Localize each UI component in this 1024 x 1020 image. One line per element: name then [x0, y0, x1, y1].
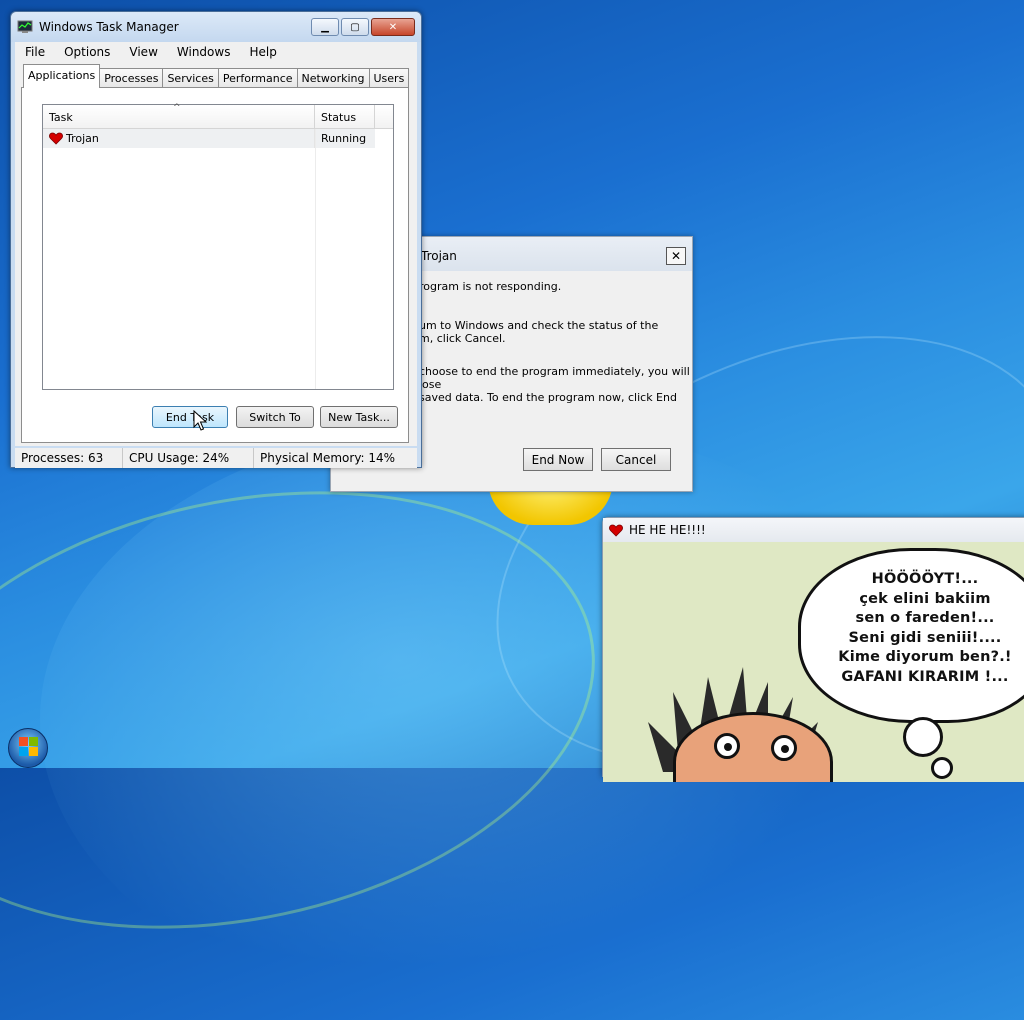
heart-icon [609, 524, 623, 537]
list-header: ^ Task Status [43, 103, 393, 129]
task-manager-body: Applications Processes Services Performa… [15, 62, 417, 446]
task-manager-titlebar[interactable]: Windows Task Manager ▁ ▢ ✕ [11, 12, 421, 42]
column-divider [315, 129, 316, 389]
end-task-button[interactable]: End Task [152, 406, 228, 428]
speech-bubble-tail [931, 757, 953, 779]
minimize-icon: ▁ [321, 21, 329, 33]
task-manager-icon [17, 20, 33, 33]
hehe-window: HE HE HE!!!! HÖÖÖÖYT!... çek elini bakii… [602, 517, 1024, 782]
sort-ascending-icon: ^ [173, 103, 181, 113]
close-button[interactable]: ✕ [371, 18, 415, 36]
menu-file[interactable]: File [15, 45, 54, 59]
cartoon-eye [714, 733, 740, 759]
tab-users[interactable]: Users [368, 68, 410, 88]
cpu-usage: CPU Usage: 24% [123, 448, 254, 468]
task-cell: Trojan [43, 129, 315, 148]
dialog-message: rogram is not responding. [419, 280, 562, 293]
hehe-titlebar[interactable]: HE HE HE!!!! [603, 518, 1024, 542]
task-manager-window: Windows Task Manager ▁ ▢ ✕ File Options … [10, 11, 422, 468]
comic-image: HÖÖÖÖYT!... çek elini bakiim sen o fared… [603, 542, 1024, 782]
column-header-task[interactable]: ^ Task [43, 103, 315, 128]
tab-networking[interactable]: Networking [296, 68, 370, 88]
tab-applications[interactable]: Applications [23, 64, 101, 88]
status-bar: Processes: 63 CPU Usage: 24% Physical Me… [15, 448, 417, 468]
menu-help[interactable]: Help [239, 45, 285, 59]
end-now-button[interactable]: End Now [523, 448, 593, 471]
switch-to-button[interactable]: Switch To [236, 406, 314, 428]
maximize-icon: ▢ [350, 21, 360, 33]
window-title: Windows Task Manager [39, 20, 179, 34]
table-row[interactable]: Trojan Running [43, 129, 375, 148]
start-button[interactable] [8, 728, 48, 768]
close-icon[interactable]: ✕ [666, 247, 686, 265]
close-icon: ✕ [388, 21, 398, 33]
maximize-button[interactable]: ▢ [341, 18, 369, 36]
cartoon-eye [771, 735, 797, 761]
menu-options[interactable]: Options [54, 45, 119, 59]
tab-services[interactable]: Services [162, 68, 219, 88]
task-name: Trojan [66, 132, 99, 145]
menu-view[interactable]: View [119, 45, 166, 59]
new-task-button[interactable]: New Task... [320, 406, 398, 428]
dialog-message: choose to end the program immediately, y… [419, 365, 690, 404]
tab-processes[interactable]: Processes [99, 68, 164, 88]
dialog-message: um to Windows and check the status of th… [419, 319, 659, 345]
minimize-button[interactable]: ▁ [311, 18, 339, 36]
menu-windows[interactable]: Windows [167, 45, 240, 59]
speech-bubble-tail [903, 717, 943, 757]
windows-logo-icon [19, 737, 39, 757]
tab-performance[interactable]: Performance [217, 68, 298, 88]
heart-icon [49, 132, 63, 145]
window-title: HE HE HE!!!! [629, 523, 706, 537]
cancel-button[interactable]: Cancel [601, 448, 671, 471]
physical-memory: Physical Memory: 14% [260, 451, 396, 465]
applications-panel: ^ Task Status Trojan Running End Task Sw… [21, 87, 409, 443]
task-status: Running [321, 132, 367, 145]
processes-count: Processes: 63 [15, 448, 123, 468]
mouse-cursor-icon [193, 410, 207, 431]
menu-bar: File Options View Windows Help [15, 42, 417, 62]
column-header-status[interactable]: Status [315, 105, 375, 128]
speech-bubble-text: HÖÖÖÖYT!... çek elini bakiim sen o fared… [838, 571, 1012, 685]
tab-strip: Applications Processes Services Performa… [23, 64, 410, 88]
task-list[interactable]: ^ Task Status Trojan Running [42, 103, 394, 390]
